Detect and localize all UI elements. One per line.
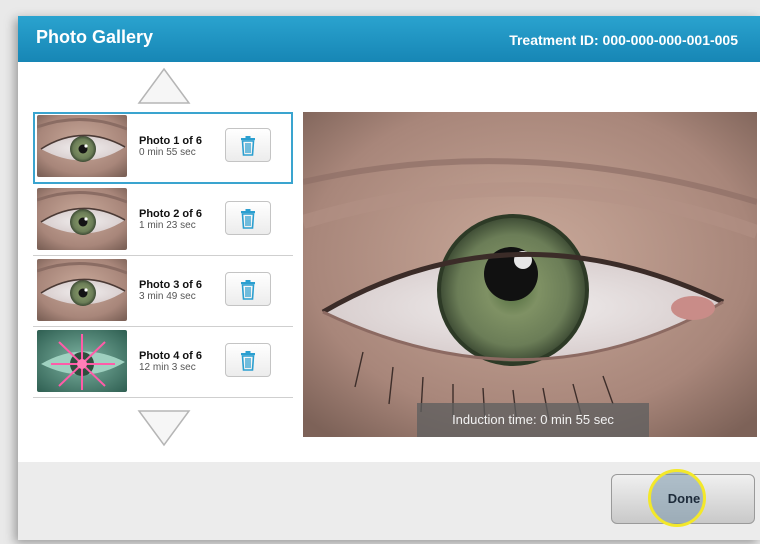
scroll-up-arrow-icon[interactable] — [136, 66, 192, 106]
footer-bar: Done — [18, 462, 760, 540]
photo-title: Photo 2 of 6 — [139, 208, 202, 220]
induction-time-label: Induction time: 0 min 55 sec — [417, 403, 649, 437]
photo-time: 1 min 23 sec — [139, 220, 196, 231]
photo-list-item[interactable]: Photo 2 of 6 1 min 23 sec — [33, 185, 293, 256]
photo-list-item[interactable]: Photo 1 of 6 0 min 55 sec — [33, 112, 293, 184]
header-bar: Photo Gallery Treatment ID: 000-000-000-… — [18, 16, 760, 62]
trash-icon — [240, 280, 256, 300]
photo-viewer: Induction time: 0 min 55 sec — [303, 112, 757, 437]
page-title: Photo Gallery — [36, 27, 154, 47]
photo-time: 12 min 3 sec — [139, 362, 196, 373]
delete-photo-button[interactable] — [225, 272, 271, 306]
photo-thumbnail — [37, 259, 127, 321]
photo-title: Photo 3 of 6 — [139, 279, 202, 291]
photo-list-item[interactable]: Photo 4 of 6 12 min 3 sec — [33, 327, 293, 398]
treatment-id: Treatment ID: 000-000-000-001-005 — [509, 32, 738, 48]
photo-list-item[interactable]: Photo 3 of 6 3 min 49 sec — [33, 256, 293, 327]
photo-gallery-window: Photo Gallery Treatment ID: 000-000-000-… — [18, 16, 760, 540]
scroll-down-arrow-icon[interactable] — [136, 408, 192, 448]
delete-photo-button[interactable] — [225, 128, 271, 162]
trash-icon — [240, 351, 256, 371]
done-button-label: Done — [667, 491, 701, 506]
photo-thumbnail — [37, 330, 127, 392]
photo-title: Photo 4 of 6 — [139, 350, 202, 362]
photo-thumbnail — [37, 188, 127, 250]
photo-title: Photo 1 of 6 — [139, 135, 202, 147]
photo-time: 0 min 55 sec — [139, 147, 196, 158]
delete-photo-button[interactable] — [225, 201, 271, 235]
gallery-content: Photo 1 of 6 0 min 55 sec Photo 2 of 6 1… — [18, 62, 760, 462]
delete-photo-button[interactable] — [225, 343, 271, 377]
trash-icon — [240, 136, 256, 156]
photo-list: Photo 1 of 6 0 min 55 sec Photo 2 of 6 1… — [33, 112, 293, 398]
eye-photo — [303, 112, 757, 437]
done-button[interactable]: Done — [611, 469, 755, 527]
trash-icon — [240, 209, 256, 229]
photo-time: 3 min 49 sec — [139, 291, 196, 302]
photo-thumbnail — [37, 115, 127, 177]
